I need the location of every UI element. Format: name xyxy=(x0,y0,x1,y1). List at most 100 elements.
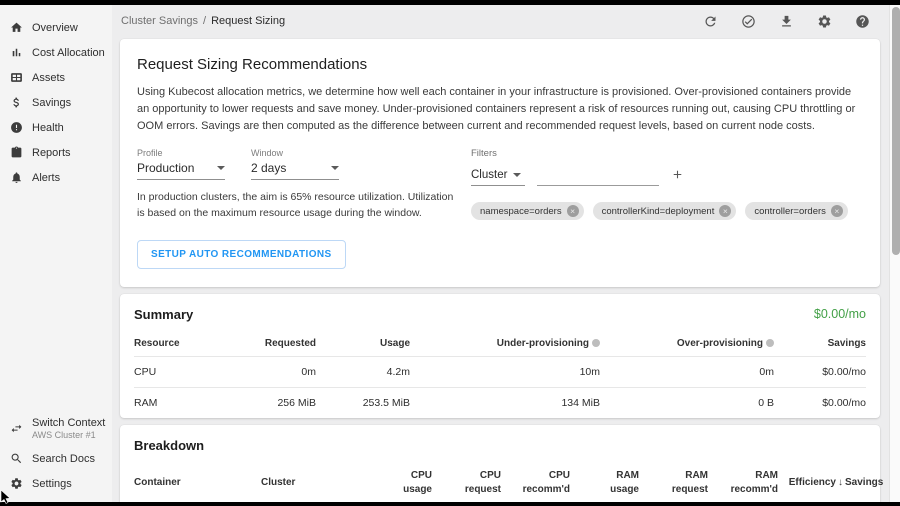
sidebar-item-overview[interactable]: Overview xyxy=(0,15,112,40)
bar-chart-icon xyxy=(10,46,23,59)
info-icon[interactable] xyxy=(766,339,774,347)
sidebar-item-health[interactable]: Health xyxy=(0,115,112,140)
mouse-cursor xyxy=(0,490,12,504)
column-header[interactable]: CPU recomm'd xyxy=(520,469,570,498)
column-header[interactable]: CPU request xyxy=(451,469,501,498)
column-header[interactable]: Cluster xyxy=(261,476,363,491)
summary-card: Summary $0.00/mo Resource Requested Usag… xyxy=(120,294,880,418)
breadcrumb-parent[interactable]: Cluster Savings xyxy=(121,15,198,27)
sidebar-item-alerts[interactable]: Alerts xyxy=(0,165,112,190)
sidebar-item-label: Overview xyxy=(32,22,78,34)
info-icon[interactable] xyxy=(592,339,600,347)
savings-cell: $0.00/mo xyxy=(774,397,866,409)
usage-cell: 4.2m xyxy=(316,366,410,378)
sidebar-item-label: Alerts xyxy=(32,172,60,184)
profile-select-label: Profile xyxy=(137,148,225,158)
resource-cell: RAM xyxy=(134,397,224,409)
filter-chip[interactable]: controller=orders × xyxy=(745,202,848,220)
column-header[interactable]: Container xyxy=(134,476,259,491)
filter-chip[interactable]: controllerKind=deployment × xyxy=(593,202,737,220)
sidebar-item-settings[interactable]: Settings xyxy=(0,471,112,496)
page-title: Request Sizing Recommendations xyxy=(137,56,863,73)
filters-label: Filters xyxy=(471,148,863,159)
filter-property-value: Cluster xyxy=(471,169,507,181)
under-provisioning-cell: 10m xyxy=(410,366,600,378)
column-header[interactable]: Savings xyxy=(845,477,883,488)
filter-chips: namespace=orders × controllerKind=deploy… xyxy=(471,202,863,220)
column-header[interactable]: RAM recomm'd xyxy=(728,469,778,498)
sidebar-item-label: Savings xyxy=(32,97,71,109)
sidebar-item-label: Search Docs xyxy=(32,453,95,465)
gear-icon[interactable] xyxy=(817,14,832,29)
summary-total-savings: $0.00/mo xyxy=(814,307,866,321)
add-filter-button[interactable] xyxy=(671,168,684,186)
sidebar-item-reports[interactable]: Reports xyxy=(0,140,112,165)
window-select-value: 2 days xyxy=(251,161,286,175)
refresh-icon[interactable] xyxy=(703,14,718,29)
plus-icon xyxy=(671,168,684,181)
grid-icon xyxy=(10,71,23,84)
column-header[interactable]: Efficiency xyxy=(780,476,836,491)
requested-cell: 0m xyxy=(224,366,316,378)
swap-arrows-icon xyxy=(10,422,23,435)
help-icon[interactable] xyxy=(855,14,870,29)
sidebar-item-label: Assets xyxy=(32,72,65,84)
filter-chip-label: controllerKind=deployment xyxy=(602,206,715,217)
setup-auto-recommendations-button[interactable]: SETUP AUTO RECOMMENDATIONS xyxy=(137,240,346,269)
profile-select[interactable]: Profile Production xyxy=(137,148,225,180)
topbar-actions xyxy=(703,14,870,29)
chip-close-icon[interactable]: × xyxy=(719,205,731,217)
filter-value-input[interactable] xyxy=(537,169,659,186)
topbar: Cluster Savings / Request Sizing xyxy=(112,5,900,37)
sidebar-item-label: Reports xyxy=(32,147,71,159)
download-icon[interactable] xyxy=(779,14,794,29)
table-row[interactable]: RAM 256 MiB 253.5 MiB 134 MiB 0 B $0.00/… xyxy=(134,387,866,418)
filter-chip[interactable]: namespace=orders × xyxy=(471,202,584,220)
table-row[interactable]: CPU 0m 4.2m 10m 0m $0.00/mo xyxy=(134,356,866,387)
column-header[interactable]: CPU usage xyxy=(382,469,432,498)
filter-chip-label: namespace=orders xyxy=(480,206,562,217)
column-header[interactable]: RAM usage xyxy=(589,469,639,498)
scrollbar-thumb[interactable] xyxy=(892,7,900,255)
recommendations-card: Request Sizing Recommendations Using Kub… xyxy=(120,39,880,287)
chip-close-icon[interactable]: × xyxy=(567,205,579,217)
sidebar-item-label: Health xyxy=(32,122,64,134)
profile-helper-text: In production clusters, the aim is 65% r… xyxy=(137,190,459,222)
resource-cell: CPU xyxy=(134,366,224,378)
check-circle-icon[interactable] xyxy=(741,14,756,29)
savings-cell: $0.00/mo xyxy=(774,366,866,378)
sidebar-item-search-docs[interactable]: Search Docs xyxy=(0,446,112,471)
requested-cell: 256 MiB xyxy=(224,397,316,409)
current-context-label: AWS Cluster #1 xyxy=(32,430,105,440)
sidebar: Overview Cost Allocation Assets Savings … xyxy=(0,5,112,502)
sidebar-item-switch-context[interactable]: Switch Context AWS Cluster #1 xyxy=(0,411,112,446)
home-icon xyxy=(10,21,23,34)
sidebar-item-cost-allocation[interactable]: Cost Allocation xyxy=(0,40,112,65)
filter-chip-label: controller=orders xyxy=(754,206,826,217)
filters-panel: Filters Cluster xyxy=(459,148,863,269)
chevron-down-icon xyxy=(217,166,225,170)
health-icon xyxy=(10,121,23,134)
filter-property-select[interactable]: Cluster xyxy=(471,169,525,186)
sidebar-item-savings[interactable]: Savings xyxy=(0,90,112,115)
sidebar-item-label: Cost Allocation xyxy=(32,47,105,59)
summary-title: Summary xyxy=(134,307,193,322)
clipboard-icon xyxy=(10,146,23,159)
window-select-label: Window xyxy=(251,148,339,158)
column-header: Usage xyxy=(316,338,410,349)
column-header: Under-provisioning xyxy=(497,338,589,349)
scrollbar[interactable] xyxy=(889,5,900,502)
breadcrumb-separator: / xyxy=(203,15,206,27)
app-window: Overview Cost Allocation Assets Savings … xyxy=(0,5,900,502)
profile-window-controls: Profile Production Window 2 days xyxy=(137,148,459,269)
sidebar-spacer xyxy=(0,190,112,411)
sort-descending-icon[interactable]: ↓ xyxy=(838,477,843,488)
sidebar-item-assets[interactable]: Assets xyxy=(0,65,112,90)
window-select[interactable]: Window 2 days xyxy=(251,148,339,180)
chip-close-icon[interactable]: × xyxy=(831,205,843,217)
column-header: Resource xyxy=(134,338,224,349)
column-header: Over-provisioning xyxy=(677,338,763,349)
breakdown-card: Breakdown Container Cluster CPU usage CP… xyxy=(120,425,880,502)
sidebar-item-label: Switch Context xyxy=(32,417,105,429)
column-header[interactable]: RAM request xyxy=(658,469,708,498)
